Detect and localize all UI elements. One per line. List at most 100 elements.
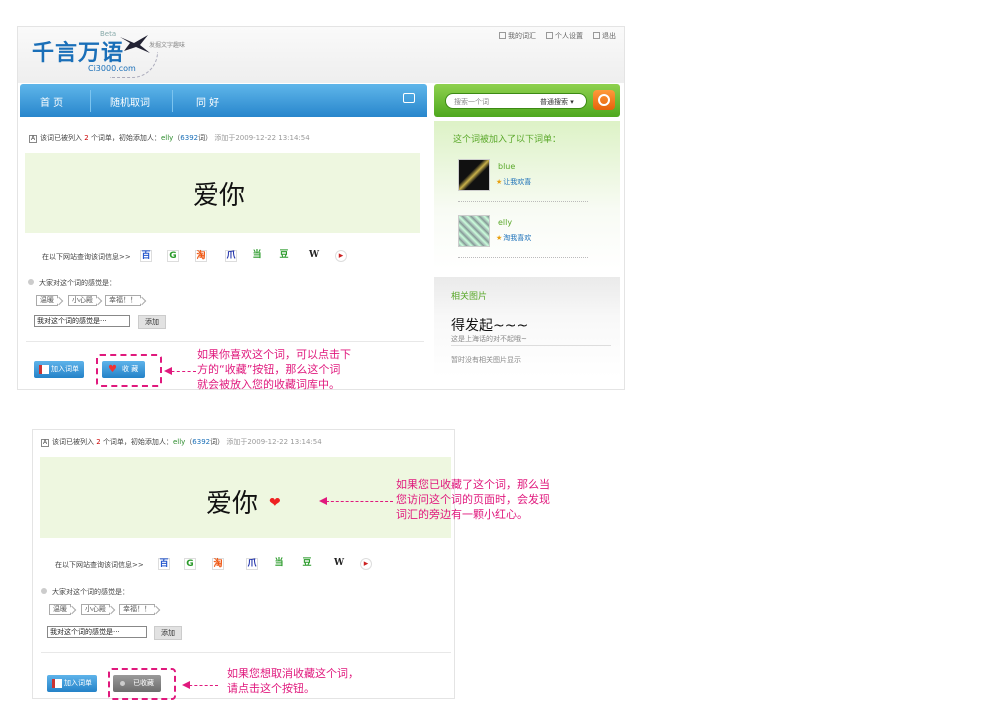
word-info-line: A 该词已被列入 2 个词单，初始添加人：elly（6392词） 添加于2009-…: [41, 437, 322, 447]
feeling-tag[interactable]: 小心殿: [81, 604, 110, 615]
search-button[interactable]: [593, 90, 615, 110]
dangdang-icon[interactable]: 当: [273, 558, 285, 570]
added-date: 添加于2009-12-22 13:14:54: [214, 134, 310, 142]
baidu-icon[interactable]: 百: [140, 250, 152, 262]
divider: [26, 341, 424, 342]
message-icon[interactable]: [403, 93, 415, 103]
word-title: 爱你: [206, 489, 259, 519]
feelings-label: 大家对这个词的感觉是：: [39, 279, 116, 287]
added-date: 添加于2009-12-22 13:14:54: [226, 438, 322, 446]
dangdang-icon[interactable]: 当: [251, 250, 263, 262]
logout-label: 退出: [602, 32, 616, 40]
logo-beta: Beta: [100, 30, 117, 38]
my-words-link[interactable]: 我的词汇: [499, 31, 536, 41]
add-feeling-button[interactable]: 添加: [138, 315, 166, 329]
annotation-unfavorite: 如果您想取消收藏这个词， 请点击这个按钮。: [227, 666, 359, 696]
annotation-favorited: 如果您已收藏了这个词，那么当 您访问这个词的页面时，会发现 词汇的旁边有一颗小红…: [396, 477, 550, 522]
search-placeholder: 搜索一个词: [454, 98, 489, 106]
feelings-label: 大家对这个词的感觉是：: [52, 588, 129, 596]
creator-word-count: 6392: [192, 438, 211, 446]
logout-link[interactable]: 退出: [593, 31, 616, 41]
video-icon[interactable]: ▸: [335, 250, 347, 262]
my-words-label: 我的词汇: [508, 32, 536, 40]
nav-friends[interactable]: 同 好: [196, 94, 219, 109]
annotation-line: 方的“收藏”按钮，那么这个词: [197, 363, 341, 376]
feeling-tag[interactable]: 温暖: [36, 295, 58, 306]
list-count: 2: [96, 438, 101, 446]
wikipedia-icon[interactable]: W: [333, 558, 345, 570]
favorite-button[interactable]: 收 藏: [102, 361, 146, 378]
site-slogan: 发掘文字趣味: [149, 42, 186, 49]
info-mid: 个词单，初始添加人：: [102, 438, 173, 446]
speech-icon: [41, 588, 47, 594]
phrase-text: 得发起~~~: [451, 318, 529, 334]
add-feeling-button[interactable]: 添加: [154, 626, 182, 640]
word-display: 爱你 ❤: [40, 457, 451, 538]
douban-icon[interactable]: 豆: [301, 558, 313, 570]
list-thumbnail[interactable]: [458, 159, 490, 191]
feeling-tag[interactable]: 温暖: [49, 604, 71, 615]
word-icon: A: [29, 135, 37, 143]
google-icon[interactable]: G: [184, 558, 196, 570]
list-title[interactable]: 让我欢喜: [496, 177, 531, 187]
info-paren: 词）: [198, 134, 213, 142]
info-paren: 词）: [210, 438, 225, 446]
nav-home[interactable]: 首 页: [40, 94, 63, 109]
taobao-icon[interactable]: 淘: [212, 558, 224, 570]
phrase-note: 这是上海话的对不起哦~: [451, 335, 527, 343]
speech-icon: [28, 279, 34, 285]
user-icon: [546, 32, 553, 39]
settings-link[interactable]: 个人设置: [546, 31, 583, 41]
creator-link[interactable]: elly: [161, 134, 173, 142]
feeling-input[interactable]: 我对这个词的感觉是···: [34, 315, 130, 327]
list-count: 2: [84, 134, 89, 142]
nav-random[interactable]: 随机取词: [110, 94, 150, 109]
info-prefix: 该词已被列入: [52, 438, 94, 446]
creator-link[interactable]: elly: [173, 438, 185, 446]
add-to-list-button[interactable]: 加入词单: [34, 361, 84, 378]
baidu-paw-icon[interactable]: 爪: [225, 250, 237, 262]
search-input[interactable]: 搜索一个词 普通搜索 ▾: [445, 93, 587, 109]
home-icon: [593, 32, 600, 39]
word-icon: A: [41, 439, 49, 447]
list-owner[interactable]: blue: [498, 162, 515, 171]
add-to-list-button[interactable]: 加入词单: [47, 675, 97, 692]
google-icon[interactable]: G: [167, 250, 179, 262]
logo-domain: Ci3000.com: [88, 64, 136, 73]
list-title[interactable]: 淘我喜欢: [496, 233, 531, 243]
creator-word-count: 6392: [180, 134, 199, 142]
divider: [458, 257, 588, 258]
annotation-favorite: 如果你喜欢这个词，可以点击下 方的“收藏”按钮，那么这个词 就会被放入您的收藏词…: [197, 347, 351, 392]
info-prefix: 该词已被列入: [40, 134, 82, 142]
heart-icon: ❤: [269, 495, 281, 511]
annotation-line: 您访问这个词的页面时，会发现: [396, 493, 550, 506]
wikipedia-icon[interactable]: W: [308, 250, 320, 262]
nav-divider: [172, 90, 173, 112]
feeling-tag[interactable]: 幸福！！: [105, 295, 141, 306]
annotation-line: 请点击这个按钮。: [227, 682, 315, 695]
feeling-input[interactable]: 我对这个词的感觉是···: [47, 626, 147, 638]
annotation-line: 就会被放入您的收藏词库中。: [197, 378, 340, 391]
word-lists-panel: 这个词被加入了以下词单： blue 让我欢喜 elly 淘我喜欢: [434, 121, 620, 269]
pictures-panel: 相关图片 得发起~~~ 这是上海话的对不起哦~ 暂时没有相关图片显示: [434, 277, 620, 377]
arrow-left-icon: [164, 367, 196, 375]
no-pictures-text: 暂时没有相关图片显示: [451, 356, 521, 364]
settings-label: 个人设置: [555, 32, 583, 40]
list-owner[interactable]: elly: [498, 218, 512, 227]
douban-icon[interactable]: 豆: [278, 250, 290, 262]
baidu-paw-icon[interactable]: 爪: [246, 558, 258, 570]
unfavorite-button[interactable]: 已收藏: [113, 675, 161, 692]
baidu-icon[interactable]: 百: [158, 558, 170, 570]
feelings-section: 大家对这个词的感觉是：: [28, 278, 116, 288]
search-mode-select[interactable]: 普通搜索 ▾: [540, 97, 574, 107]
annotation-line: 如果您想取消收藏这个词，: [227, 667, 359, 680]
feeling-tag[interactable]: 幸福！！: [119, 604, 155, 615]
word-info-line: A 该词已被列入 2 个词单，初始添加人：elly（6392词） 添加于2009-…: [29, 133, 310, 143]
list-thumbnail[interactable]: [458, 215, 490, 247]
nav-divider: [90, 90, 91, 112]
word-lists-title: 这个词被加入了以下词单：: [453, 135, 562, 145]
feeling-tag[interactable]: 小心殿: [68, 295, 97, 306]
video-icon[interactable]: ▸: [360, 558, 372, 570]
page-screenshot-favorited: A 该词已被列入 2 个词单，初始添加人：elly（6392词） 添加于2009-…: [32, 429, 455, 700]
taobao-icon[interactable]: 淘: [195, 250, 207, 262]
